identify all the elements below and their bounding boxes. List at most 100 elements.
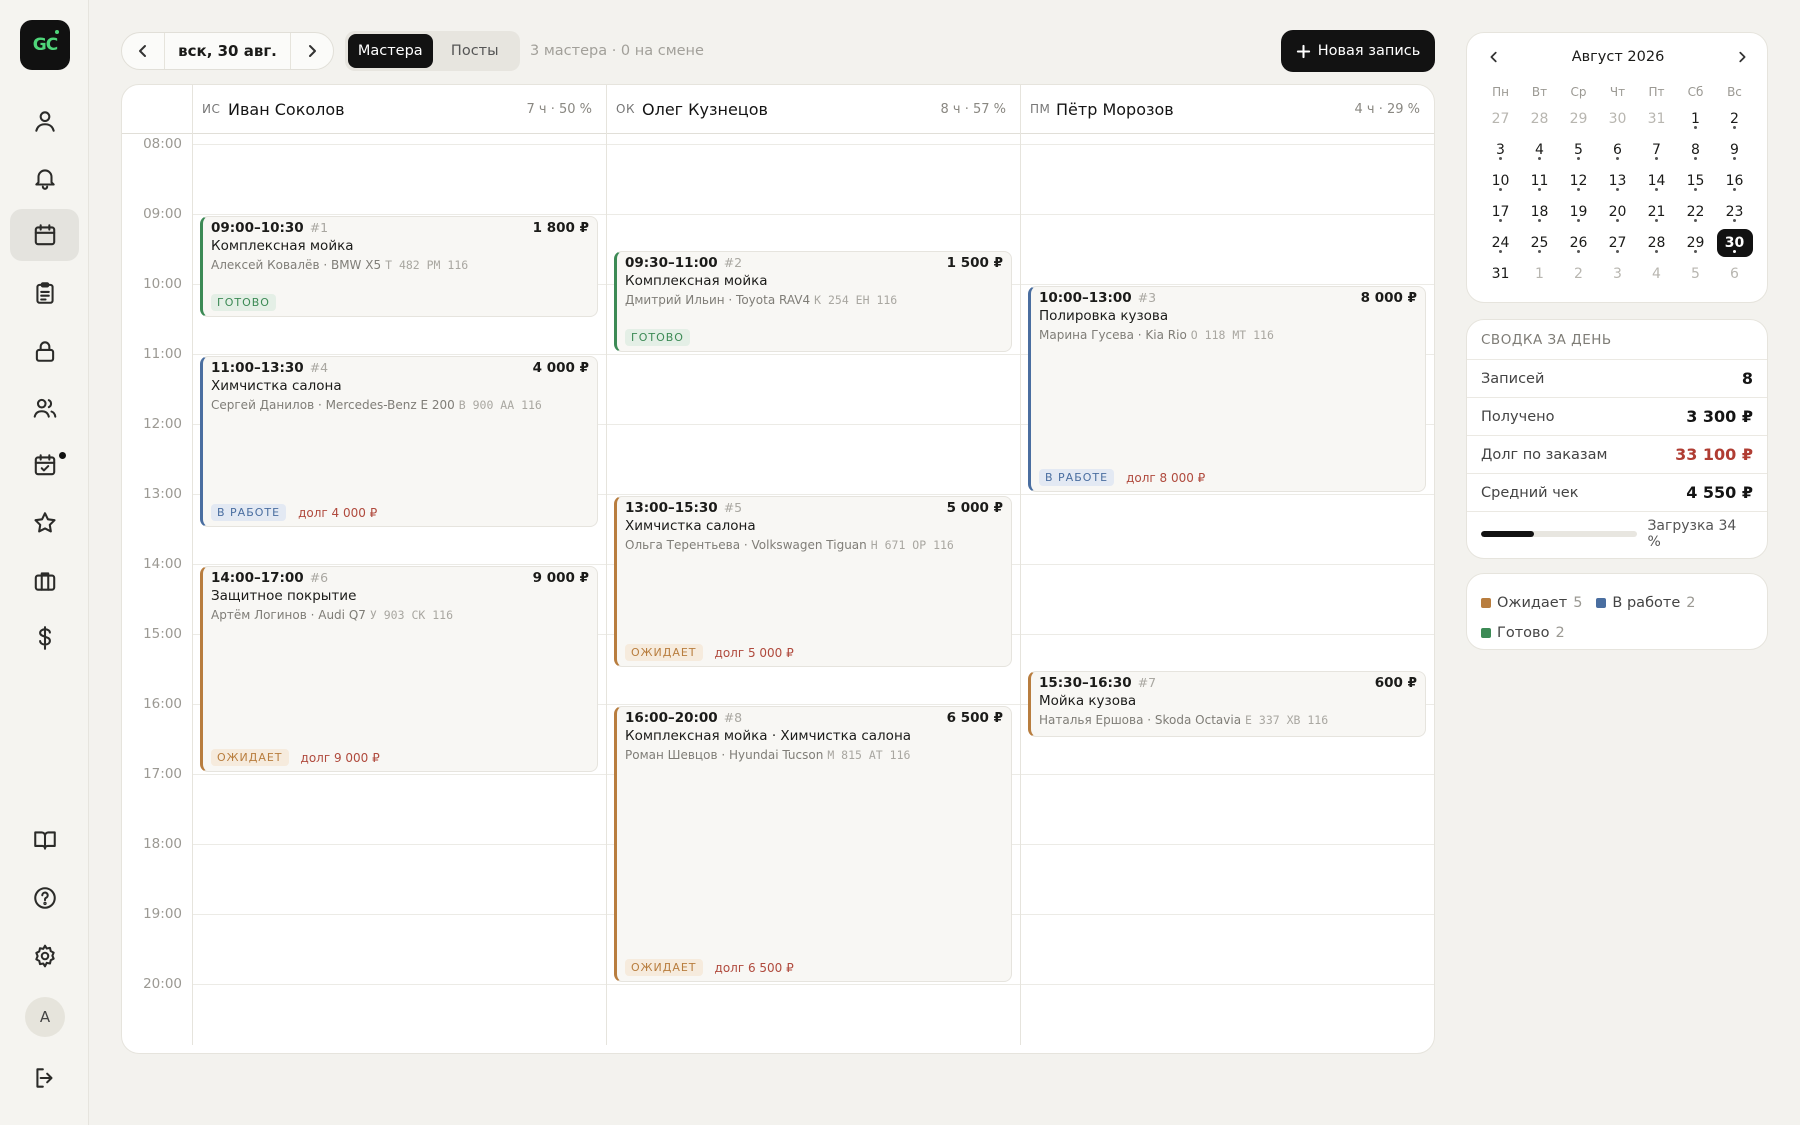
nav-calendar-check[interactable] — [10, 439, 79, 491]
calendar-day[interactable]: 6 — [1598, 134, 1637, 165]
calendar-day[interactable]: 31 — [1481, 258, 1520, 289]
calendar-day[interactable]: 28 — [1520, 103, 1559, 134]
nav-star[interactable] — [10, 497, 79, 549]
calendar-day[interactable]: 7 — [1637, 134, 1676, 165]
nav-help[interactable] — [10, 872, 79, 924]
appointment-card[interactable]: 10:00–13:00 #3 8 000 ₽ Полировка кузова Мари… — [1028, 286, 1426, 492]
nav-lock[interactable] — [10, 325, 79, 377]
current-date[interactable]: вск, 30 авг. — [164, 33, 291, 69]
calendar-day[interactable]: 4 — [1637, 258, 1676, 289]
tab-posts[interactable]: Посты — [433, 34, 518, 68]
calendar-day[interactable]: 26 — [1559, 227, 1598, 258]
calendar-day[interactable]: 27 — [1598, 227, 1637, 258]
calendar-day[interactable]: 1 — [1676, 103, 1715, 134]
event-dot — [1733, 126, 1736, 129]
nav-logout[interactable] — [10, 1052, 79, 1104]
appointment-number: #1 — [309, 220, 329, 235]
calendar-day[interactable]: 3 — [1481, 134, 1520, 165]
nav-users[interactable] — [10, 382, 79, 434]
legend-item[interactable]: Готово 2 — [1481, 625, 1565, 641]
calendar-day[interactable]: 27 — [1481, 103, 1520, 134]
calendar-day[interactable]: 17 — [1481, 196, 1520, 227]
calendar-day[interactable]: 8 — [1676, 134, 1715, 165]
load-label: Загрузка 34 % — [1647, 518, 1737, 550]
calendar-day[interactable]: 5 — [1676, 258, 1715, 289]
calendar-day[interactable]: 11 — [1520, 165, 1559, 196]
prev-day-button[interactable] — [122, 33, 164, 69]
appointment-card[interactable]: 11:00–13:30 #4 4 000 ₽ Химчистка салона Серг… — [200, 356, 598, 527]
calendar-day[interactable]: 25 — [1520, 227, 1559, 258]
column-divider — [1020, 85, 1021, 1045]
calendar-day[interactable]: 6 — [1715, 258, 1754, 289]
nav-briefcase[interactable] — [10, 555, 79, 607]
nav-book[interactable] — [10, 814, 79, 866]
calendar-day[interactable]: 10 — [1481, 165, 1520, 196]
calendar-day[interactable]: 16 — [1715, 165, 1754, 196]
calendar-day[interactable]: 15 — [1676, 165, 1715, 196]
calendar-day[interactable]: 9 — [1715, 134, 1754, 165]
appointment-card[interactable]: 09:00–10:30 #1 1 800 ₽ Комплексная мойка Але… — [200, 216, 598, 317]
nav-calendar[interactable] — [10, 209, 79, 261]
calendar-day[interactable]: 14 — [1637, 165, 1676, 196]
calendar-day[interactable]: 12 — [1559, 165, 1598, 196]
appointment-time: 11:00–13:30 — [211, 360, 304, 376]
calendar-day[interactable]: 30 — [1598, 103, 1637, 134]
event-dot — [1577, 219, 1580, 222]
calendar-day[interactable]: 3 — [1598, 258, 1637, 289]
next-day-button[interactable] — [291, 33, 333, 69]
calendar-day[interactable]: 2 — [1715, 103, 1754, 134]
appointment-card[interactable]: 09:30–11:00 #2 1 500 ₽ Комплексная мойка Дми… — [614, 251, 1012, 352]
appointment-card[interactable]: 16:00–20:00 #8 6 500 ₽ Комплексная мойка · … — [614, 706, 1012, 982]
appointment-card[interactable]: 15:30–16:30 #7 600 ₽ Мойка кузова Наталья Ер… — [1028, 671, 1426, 737]
calendar-day[interactable]: 23 — [1715, 196, 1754, 227]
event-dot — [1499, 250, 1502, 253]
calendar-day[interactable]: 4 — [1520, 134, 1559, 165]
license-plate: Е 337 ХВ 116 — [1245, 713, 1329, 727]
weekday-label: Ср — [1570, 85, 1587, 99]
appointment-price: 1 500 ₽ — [946, 255, 1003, 271]
tab-masters[interactable]: Мастера — [348, 34, 433, 68]
calendar-day[interactable]: 13 — [1598, 165, 1637, 196]
calendar-day[interactable]: 5 — [1559, 134, 1598, 165]
nav-dollar[interactable] — [10, 612, 79, 664]
calendar-day[interactable]: 21 — [1637, 196, 1676, 227]
appointment-card[interactable]: 13:00–15:30 #5 5 000 ₽ Химчистка салона Ольг… — [614, 496, 1012, 667]
master-header[interactable]: ОК Олег Кузнецов 8 ч · 57 % — [606, 85, 1020, 133]
calendar-day[interactable]: 24 — [1481, 227, 1520, 258]
time-label: 11:00 — [143, 346, 182, 362]
time-label: 12:00 — [143, 416, 182, 432]
calendar-day[interactable]: 29 — [1676, 227, 1715, 258]
legend-item[interactable]: Ожидает 5 — [1481, 595, 1582, 611]
prev-month-button[interactable] — [1487, 50, 1501, 64]
calendar-day[interactable]: 1 — [1520, 258, 1559, 289]
calendar-day[interactable]: 18 — [1520, 196, 1559, 227]
nav-user[interactable] — [10, 95, 79, 147]
new-appointment-button[interactable]: Новая запись — [1281, 30, 1435, 72]
calendar-day[interactable]: 20 — [1598, 196, 1637, 227]
master-stats: 8 ч · 57 % — [940, 101, 1006, 117]
legend-item[interactable]: В работе 2 — [1596, 595, 1695, 611]
nav-bell[interactable] — [10, 152, 79, 204]
master-header[interactable]: ПМ Пётр Морозов 4 ч · 29 % — [1020, 85, 1434, 133]
nav-settings[interactable] — [10, 930, 79, 982]
master-header[interactable]: ИС Иван Соколов 7 ч · 50 % — [192, 85, 606, 133]
calendar-day[interactable]: 29 — [1559, 103, 1598, 134]
time-label: 18:00 — [143, 836, 182, 852]
master-initials: ПМ — [1030, 102, 1051, 116]
calendar-day[interactable]: 2 — [1559, 258, 1598, 289]
avatar[interactable]: A — [25, 997, 65, 1037]
nav-clipboard[interactable] — [10, 267, 79, 319]
app-logo[interactable]: GC — [20, 20, 70, 70]
event-dot — [1499, 157, 1502, 160]
calendar-day[interactable]: 28 — [1637, 227, 1676, 258]
calendar-day[interactable]: 31 — [1637, 103, 1676, 134]
next-month-button[interactable] — [1735, 50, 1749, 64]
mini-calendar: Август 2026 Пн Вт Ср Чт Пт Сб Вс 27 28 29 30 31 1 2 3… — [1466, 32, 1768, 303]
appointment-client: Роман Шевцов · Hyundai Tucson М 815 АТ 11… — [625, 748, 1003, 762]
calendar-day-selected[interactable]: 30 — [1715, 227, 1754, 258]
appointment-card[interactable]: 14:00–17:00 #6 9 000 ₽ Защитное покрытие Арт… — [200, 566, 598, 772]
calendar-day[interactable]: 22 — [1676, 196, 1715, 227]
summary-value: 8 — [1741, 369, 1753, 388]
calendar-day[interactable]: 19 — [1559, 196, 1598, 227]
master-stats: 7 ч · 50 % — [526, 101, 592, 117]
